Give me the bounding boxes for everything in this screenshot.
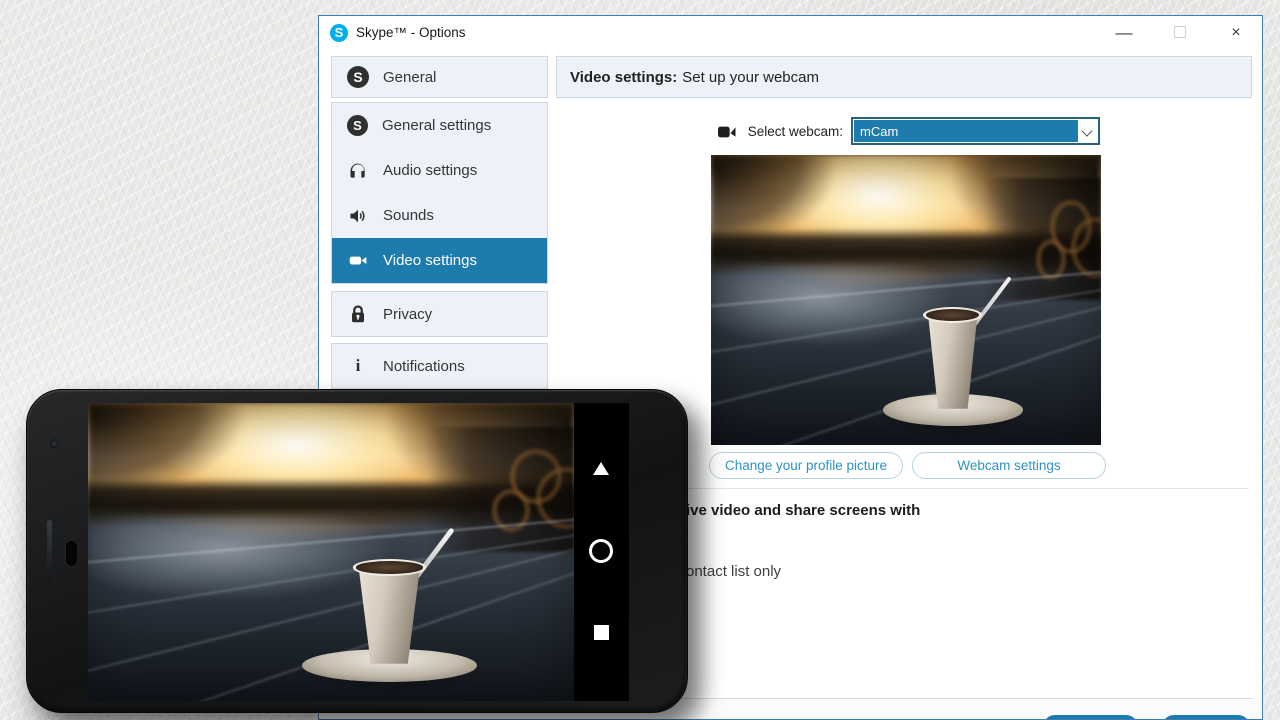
front-camera-icon	[50, 439, 59, 448]
sidebar-item-privacy[interactable]: Privacy	[331, 291, 548, 337]
sidebar-item-label: Video settings	[383, 252, 477, 269]
sidebar-nav-group: S General settings Audio settings Sounds…	[331, 102, 548, 284]
vignette	[88, 403, 574, 701]
vignette	[711, 155, 1101, 445]
close-button[interactable]: ×	[1213, 16, 1259, 49]
recents-square-icon[interactable]	[594, 625, 609, 640]
skype-logo-icon: S	[330, 24, 348, 42]
earpiece-speaker	[47, 520, 52, 582]
sidebar-header-general[interactable]: S General	[331, 56, 548, 98]
footer-button-left[interactable]	[1043, 715, 1138, 720]
webcam-preview	[711, 155, 1101, 445]
sidebar-item-video-settings[interactable]: Video settings	[332, 238, 547, 283]
sidebar-item-label: Notifications	[383, 358, 465, 375]
section-subtitle: Set up your webcam	[682, 69, 819, 86]
phone-screen	[88, 403, 629, 701]
sidebar-item-label: Sounds	[383, 207, 434, 224]
sidebar-item-audio-settings[interactable]: Audio settings	[332, 148, 547, 193]
skype-icon: S	[347, 66, 369, 88]
select-webcam-label: Select webcam:	[733, 124, 843, 139]
back-triangle-icon[interactable]	[593, 462, 609, 475]
minimize-button[interactable]: —	[1101, 16, 1147, 49]
video-camera-icon	[347, 250, 369, 272]
webcam-selected-option: mCam	[854, 120, 1078, 142]
webcam-settings-button[interactable]: Webcam settings	[912, 452, 1106, 479]
maximize-button[interactable]	[1157, 16, 1203, 49]
contact-list-option-label: ontact list only	[686, 563, 781, 580]
sidebar-item-sounds[interactable]: Sounds	[332, 193, 547, 238]
sidebar-item-label: Privacy	[383, 306, 432, 323]
lock-icon	[347, 303, 369, 325]
section-header: Video settings: Set up your webcam	[556, 56, 1252, 98]
change-profile-picture-button[interactable]: Change your profile picture	[709, 452, 903, 479]
android-nav-bar	[574, 403, 629, 701]
sidebar-item-label: General settings	[382, 117, 491, 134]
chevron-down-icon	[1079, 120, 1097, 142]
sidebar-header-label: General	[383, 69, 436, 86]
sidebar-item-notifications[interactable]: i Notifications	[331, 343, 548, 389]
camera-viewfinder	[88, 403, 574, 701]
headset-icon	[347, 160, 369, 182]
webcam-select-dropdown[interactable]: mCam	[851, 117, 1100, 145]
skype-icon: S	[347, 115, 368, 136]
home-circle-icon[interactable]	[589, 539, 613, 563]
sidebar-item-label: Audio settings	[383, 162, 477, 179]
titlebar: S Skype™ - Options — ×	[319, 16, 1262, 49]
section-title: Video settings:	[570, 69, 677, 86]
maximize-icon	[1174, 26, 1186, 38]
footer-button-right[interactable]	[1162, 715, 1250, 720]
info-icon: i	[347, 356, 369, 376]
speaker-slot	[65, 540, 78, 567]
sidebar-item-general-settings[interactable]: S General settings	[332, 103, 547, 148]
speaker-icon	[347, 205, 369, 227]
phone-device	[26, 389, 688, 713]
window-title: Skype™ - Options	[356, 24, 466, 42]
share-screens-heading: ive video and share screens with	[686, 502, 920, 519]
